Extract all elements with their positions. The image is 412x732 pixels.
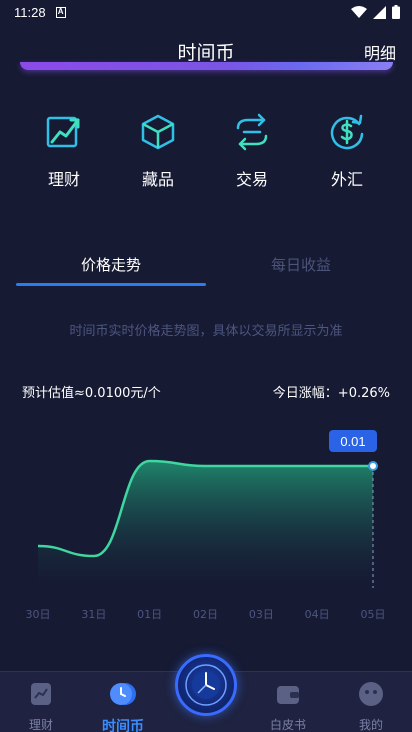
wallet-icon bbox=[277, 686, 299, 704]
x-tick-label: 01日 bbox=[137, 608, 162, 621]
page-title: 时间币 bbox=[177, 42, 235, 64]
x-tick-label: 30日 bbox=[26, 608, 51, 621]
nav-item-profile[interactable]: 我的 bbox=[336, 680, 406, 732]
feature-finance[interactable]: 理财 bbox=[24, 112, 104, 190]
feature-forex[interactable]: 外汇 bbox=[307, 112, 387, 190]
status-time: 11:28 bbox=[14, 4, 46, 20]
daily-change: 今日涨幅：+0.26% bbox=[272, 386, 390, 401]
chart-description: 时间币实时价格走势图，具体以交易所显示为准 bbox=[69, 324, 343, 339]
status-bar: 11:28 A bbox=[0, 0, 412, 24]
feature-label: 藏品 bbox=[141, 170, 174, 189]
stat-row: 预计估值≈0.0100元/个 今日涨幅：+0.26% bbox=[22, 382, 390, 401]
latest-price-point bbox=[368, 461, 378, 471]
feature-grid: 理财 藏品 交易 外汇 bbox=[0, 112, 412, 192]
feature-label: 交易 bbox=[235, 170, 268, 189]
chart-trend-icon bbox=[46, 116, 80, 148]
nav-label: 时间币 bbox=[102, 719, 144, 732]
x-tick-label: 03日 bbox=[249, 608, 274, 621]
price-trend-chart: 0.01 30日 31日 01日 02日 03日 04日 05日 bbox=[26, 430, 386, 621]
x-tick-label: 02日 bbox=[193, 608, 218, 621]
clock-coin-icon bbox=[110, 683, 136, 705]
app-notification-icon: A bbox=[55, 6, 66, 18]
x-tick-label: 31日 bbox=[81, 608, 106, 621]
price-tooltip-label: 0.01 bbox=[340, 434, 365, 449]
chart-tabs: 价格走势 每日收益 bbox=[0, 250, 412, 290]
battery-icon bbox=[392, 5, 400, 19]
feature-collection[interactable]: 藏品 bbox=[118, 112, 198, 190]
detail-link[interactable]: 明细 bbox=[364, 40, 396, 64]
feature-trade[interactable]: 交易 bbox=[212, 112, 292, 190]
signal-icon bbox=[373, 5, 386, 19]
feature-label: 理财 bbox=[47, 170, 80, 189]
finance-icon bbox=[31, 683, 51, 705]
header-accent-bar bbox=[20, 62, 393, 70]
status-icons bbox=[351, 5, 400, 19]
nav-item-finance[interactable]: 理财 bbox=[6, 680, 76, 732]
nav-label: 我的 bbox=[358, 718, 383, 732]
nav-label: 理财 bbox=[28, 718, 53, 732]
feature-label: 外汇 bbox=[330, 170, 363, 189]
center-action-button[interactable] bbox=[175, 654, 237, 716]
x-tick-label: 05日 bbox=[361, 608, 386, 621]
nav-label: 白皮书 bbox=[269, 718, 306, 732]
wifi-icon bbox=[351, 5, 367, 18]
nav-item-time-coin[interactable]: 时间币 bbox=[88, 680, 158, 732]
active-tab-indicator bbox=[16, 283, 206, 286]
estimated-value: 预计估值≈0.0100元/个 bbox=[22, 386, 161, 401]
x-axis-ticks: 30日 31日 01日 02日 03日 04日 05日 bbox=[26, 608, 386, 621]
nav-item-whitepaper[interactable]: 白皮书 bbox=[253, 680, 323, 732]
compass-clock-icon bbox=[185, 664, 227, 706]
price-area bbox=[38, 461, 373, 588]
tab-price-trend[interactable]: 价格走势 bbox=[16, 254, 206, 275]
tab-daily-earnings[interactable]: 每日收益 bbox=[206, 254, 396, 275]
exchange-arrows-icon bbox=[236, 113, 268, 151]
profile-icon bbox=[359, 682, 383, 706]
x-tick-label: 04日 bbox=[305, 608, 330, 621]
cube-icon bbox=[141, 114, 175, 150]
dollar-cycle-icon bbox=[330, 114, 364, 150]
